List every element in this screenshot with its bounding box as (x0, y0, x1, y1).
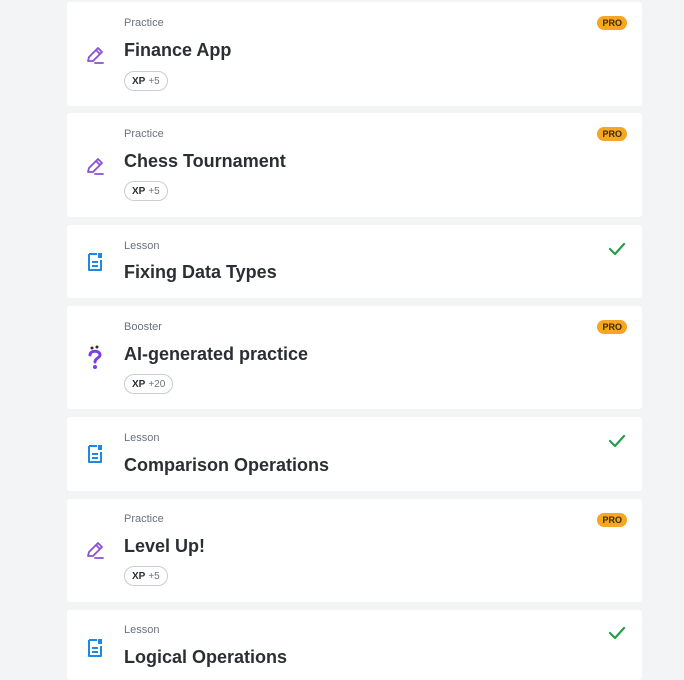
item-title: Level Up! (124, 536, 206, 556)
item-type-label: Booster (124, 321, 162, 333)
pro-badge: PRO (597, 127, 627, 141)
pro-badge: PRO (597, 320, 627, 334)
item-type-label: Lesson (124, 240, 160, 252)
item-type-label: Practice (124, 513, 164, 525)
item-title: AI-generated practice (124, 344, 309, 364)
item-title: Chess Tournament (124, 151, 286, 171)
item-title: Logical Operations (124, 647, 288, 667)
xp-value: +5 (148, 571, 160, 582)
completed-check-icon (608, 241, 626, 257)
xp-reward-chip: XP +5 (124, 181, 168, 201)
practice-card-level-up[interactable]: Practice Level Up! XP +5 PRO (67, 499, 642, 602)
question-mark-icon (84, 345, 106, 369)
item-type-label: Practice (124, 17, 164, 29)
item-type-label: Practice (124, 128, 164, 140)
lesson-card-comparison-operations[interactable]: Lesson Comparison Operations (67, 417, 642, 491)
xp-value: +5 (148, 186, 160, 197)
completed-check-icon (608, 433, 626, 449)
xp-reward-chip: XP +5 (124, 71, 168, 91)
document-icon (84, 251, 106, 273)
document-icon (84, 637, 106, 659)
xp-reward-chip: XP +5 (124, 566, 168, 586)
xp-label: XP (132, 379, 146, 390)
pencil-icon (84, 155, 106, 177)
item-title: Finance App (124, 40, 232, 60)
xp-label: XP (132, 186, 146, 197)
practice-card-finance-app[interactable]: Practice Finance App XP +5 PRO (67, 2, 642, 106)
item-title: Comparison Operations (124, 455, 330, 475)
item-type-label: Lesson (124, 432, 160, 444)
xp-value: +5 (148, 76, 160, 87)
booster-card-ai-generated-practice[interactable]: Booster AI-generated practice XP +20 PRO (67, 306, 642, 409)
pro-badge: PRO (597, 16, 627, 30)
pencil-icon (84, 44, 106, 66)
xp-label: XP (132, 76, 146, 87)
lesson-card-fixing-data-types[interactable]: Lesson Fixing Data Types (67, 225, 642, 298)
lesson-card-logical-operations[interactable]: Lesson Logical Operations (67, 610, 642, 680)
document-icon (84, 443, 106, 465)
xp-label: XP (132, 571, 146, 582)
pencil-icon (84, 539, 106, 561)
practice-card-chess-tournament[interactable]: Practice Chess Tournament XP +5 PRO (67, 113, 642, 217)
xp-value: +20 (148, 379, 166, 390)
item-type-label: Lesson (124, 624, 160, 636)
xp-reward-chip: XP +20 (124, 374, 174, 394)
item-title: Fixing Data Types (124, 262, 277, 282)
pro-badge: PRO (597, 513, 627, 527)
completed-check-icon (608, 625, 626, 641)
